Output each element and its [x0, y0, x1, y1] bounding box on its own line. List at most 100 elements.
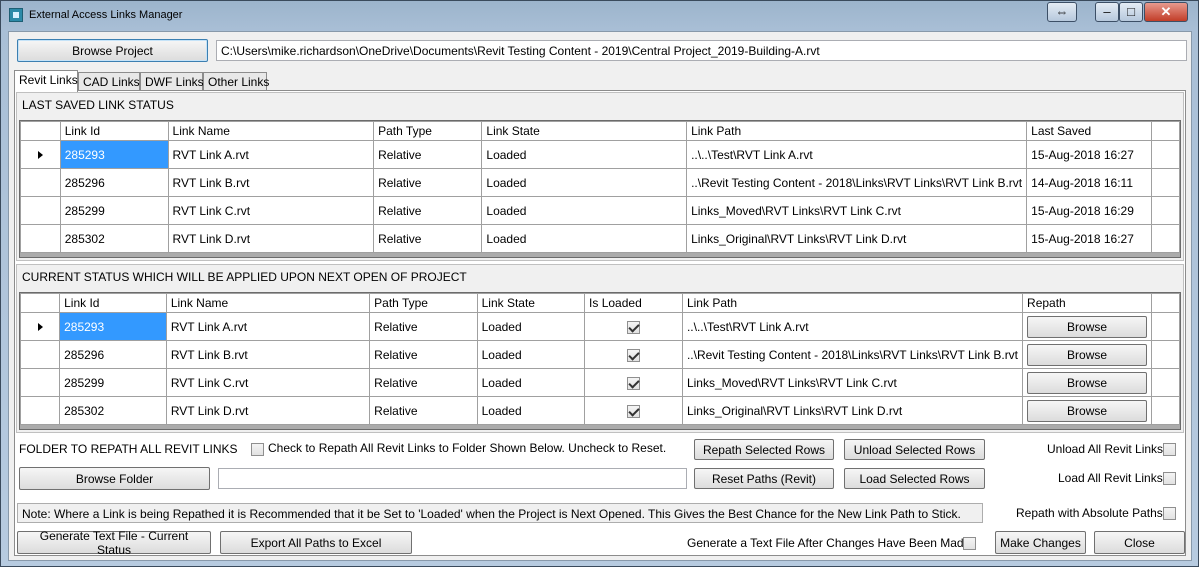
link-state-cell[interactable]: Loaded [476, 340, 586, 369]
link-path-cell[interactable]: Links_Original\RVT Links\RVT Link D.rvt [681, 396, 1024, 425]
last-saved-grid[interactable]: Link Id Link Name Path Type Link State L… [19, 120, 1181, 258]
current-status-grid[interactable]: Link Id Link Name Path Type Link State I… [19, 292, 1181, 430]
last-saved-cell[interactable]: 15-Aug-2018 16:27 [1026, 224, 1152, 253]
link-state-cell[interactable]: Loaded [481, 168, 688, 197]
link-path-cell[interactable]: ..\Revit Testing Content - 2018\Links\RV… [686, 168, 1028, 197]
link-name-cell[interactable]: RVT Link C.rvt [165, 368, 371, 397]
generate-text-file-button[interactable]: Generate Text File - Current Status [17, 529, 211, 557]
link-path-cell[interactable]: ..\Revit Testing Content - 2018\Links\RV… [681, 340, 1024, 369]
unload-selected-rows-button[interactable]: Unload Selected Rows [844, 439, 985, 460]
link-path-cell[interactable]: Links_Moved\RVT Links\RVT Link C.rvt [681, 368, 1024, 397]
is-loaded-cell[interactable] [584, 368, 683, 397]
close-window-button[interactable]: ✕ [1144, 2, 1188, 22]
path-type-cell[interactable]: Relative [369, 368, 478, 397]
link-name-cell[interactable]: RVT Link D.rvt [167, 224, 375, 253]
column-header[interactable]: Is Loaded [584, 293, 683, 313]
link-path-cell[interactable]: Links_Moved\RVT Links\RVT Link C.rvt [686, 196, 1028, 225]
link-id-cell[interactable]: 285302 [59, 224, 169, 253]
row-header[interactable] [20, 168, 61, 197]
link-id-cell[interactable]: 285299 [59, 196, 169, 225]
is-loaded-checkbox[interactable] [627, 376, 640, 390]
last-saved-cell[interactable]: 15-Aug-2018 16:27 [1026, 140, 1152, 169]
path-type-cell[interactable]: Relative [373, 196, 483, 225]
column-header[interactable]: Link State [476, 293, 586, 313]
is-loaded-cell[interactable] [584, 340, 683, 369]
link-id-cell[interactable]: 285296 [59, 340, 167, 369]
path-type-cell[interactable]: Relative [373, 168, 483, 197]
is-loaded-checkbox[interactable] [627, 404, 640, 418]
is-loaded-cell[interactable] [584, 312, 683, 341]
column-header[interactable]: Link Path [686, 121, 1028, 141]
tab-cad-links[interactable]: CAD Links [78, 72, 140, 91]
path-type-cell[interactable]: Relative [373, 224, 483, 253]
is-loaded-checkbox[interactable] [627, 320, 640, 334]
make-changes-button[interactable]: Make Changes [995, 531, 1086, 554]
table-row[interactable]: 285302 RVT Link D.rvt Relative Loaded Li… [20, 224, 1180, 253]
folder-path-field[interactable] [218, 468, 687, 489]
column-header[interactable]: Link Name [165, 293, 371, 313]
repath-all-checkbox[interactable] [251, 443, 264, 456]
row-header[interactable] [20, 396, 61, 425]
row-header[interactable] [20, 224, 61, 253]
tab-other-links[interactable]: Other Links [203, 72, 269, 91]
browse-folder-button[interactable]: Browse Folder [19, 467, 210, 490]
link-state-cell[interactable]: Loaded [476, 396, 586, 425]
link-state-cell[interactable]: Loaded [481, 224, 688, 253]
row-header[interactable] [20, 312, 61, 341]
column-header[interactable]: Repath [1022, 293, 1153, 313]
load-selected-rows-button[interactable]: Load Selected Rows [844, 468, 985, 489]
table-row[interactable]: 285296 RVT Link B.rvt Relative Loaded ..… [20, 340, 1180, 369]
last-saved-cell[interactable]: 14-Aug-2018 16:11 [1026, 168, 1152, 197]
generate-after-checkbox[interactable] [963, 537, 976, 550]
link-state-cell[interactable]: Loaded [481, 140, 688, 169]
swap-arrows-icon[interactable]: ⇔ [1047, 2, 1077, 22]
link-id-cell[interactable]: 285296 [59, 168, 169, 197]
repath-selected-rows-button[interactable]: Repath Selected Rows [694, 439, 834, 460]
path-type-cell[interactable]: Relative [369, 396, 478, 425]
tab-revit-links[interactable]: Revit Links [14, 70, 78, 92]
load-all-checkbox[interactable] [1163, 472, 1176, 485]
link-id-cell[interactable]: 285299 [59, 368, 167, 397]
column-header[interactable]: Last Saved [1026, 121, 1152, 141]
table-row[interactable]: 285293 RVT Link A.rvt Relative Loaded ..… [20, 140, 1180, 169]
link-state-cell[interactable]: Loaded [476, 368, 586, 397]
column-header[interactable]: Path Type [369, 293, 478, 313]
row-header[interactable] [20, 368, 61, 397]
link-id-cell[interactable]: 285293 [59, 312, 167, 341]
project-path-field[interactable]: C:\Users\mike.richardson\OneDrive\Docume… [216, 40, 1187, 61]
path-type-cell[interactable]: Relative [373, 140, 483, 169]
column-header[interactable]: Link Path [681, 293, 1024, 313]
absolute-paths-checkbox[interactable] [1163, 507, 1176, 520]
link-state-cell[interactable]: Loaded [481, 196, 688, 225]
repath-browse-button[interactable]: Browse [1027, 315, 1148, 338]
column-header[interactable]: Link Id [59, 121, 169, 141]
link-path-cell[interactable]: Links_Original\RVT Links\RVT Link D.rvt [686, 224, 1028, 253]
repath-browse-button[interactable]: Browse [1027, 399, 1148, 422]
table-row[interactable]: 285293 RVT Link A.rvt Relative Loaded ..… [20, 312, 1180, 341]
link-name-cell[interactable]: RVT Link B.rvt [167, 168, 375, 197]
tab-dwf-links[interactable]: DWF Links [140, 72, 204, 91]
table-row[interactable]: 285296 RVT Link B.rvt Relative Loaded ..… [20, 168, 1180, 197]
row-header[interactable] [20, 340, 61, 369]
link-state-cell[interactable]: Loaded [476, 312, 586, 341]
minimize-button[interactable]: – [1095, 2, 1119, 22]
unload-all-checkbox[interactable] [1163, 443, 1176, 456]
browse-project-button[interactable]: Browse Project [17, 39, 208, 62]
link-path-cell[interactable]: ..\..\Test\RVT Link A.rvt [681, 312, 1024, 341]
path-type-cell[interactable]: Relative [369, 340, 478, 369]
row-header[interactable] [20, 140, 61, 169]
table-row[interactable]: 285299 RVT Link C.rvt Relative Loaded Li… [20, 368, 1180, 397]
maximize-button[interactable]: □ [1119, 2, 1143, 22]
link-id-cell[interactable]: 285293 [59, 140, 169, 169]
export-excel-button[interactable]: Export All Paths to Excel [220, 531, 412, 554]
table-row[interactable]: 285299 RVT Link C.rvt Relative Loaded Li… [20, 196, 1180, 225]
is-loaded-checkbox[interactable] [627, 348, 640, 362]
link-name-cell[interactable]: RVT Link D.rvt [165, 396, 371, 425]
repath-browse-button[interactable]: Browse [1027, 371, 1148, 394]
column-header[interactable]: Link Name [167, 121, 375, 141]
last-saved-cell[interactable]: 15-Aug-2018 16:29 [1026, 196, 1152, 225]
column-header[interactable]: Link Id [59, 293, 167, 313]
repath-browse-button[interactable]: Browse [1027, 343, 1148, 366]
column-header[interactable]: Link State [481, 121, 688, 141]
link-name-cell[interactable]: RVT Link B.rvt [165, 340, 371, 369]
